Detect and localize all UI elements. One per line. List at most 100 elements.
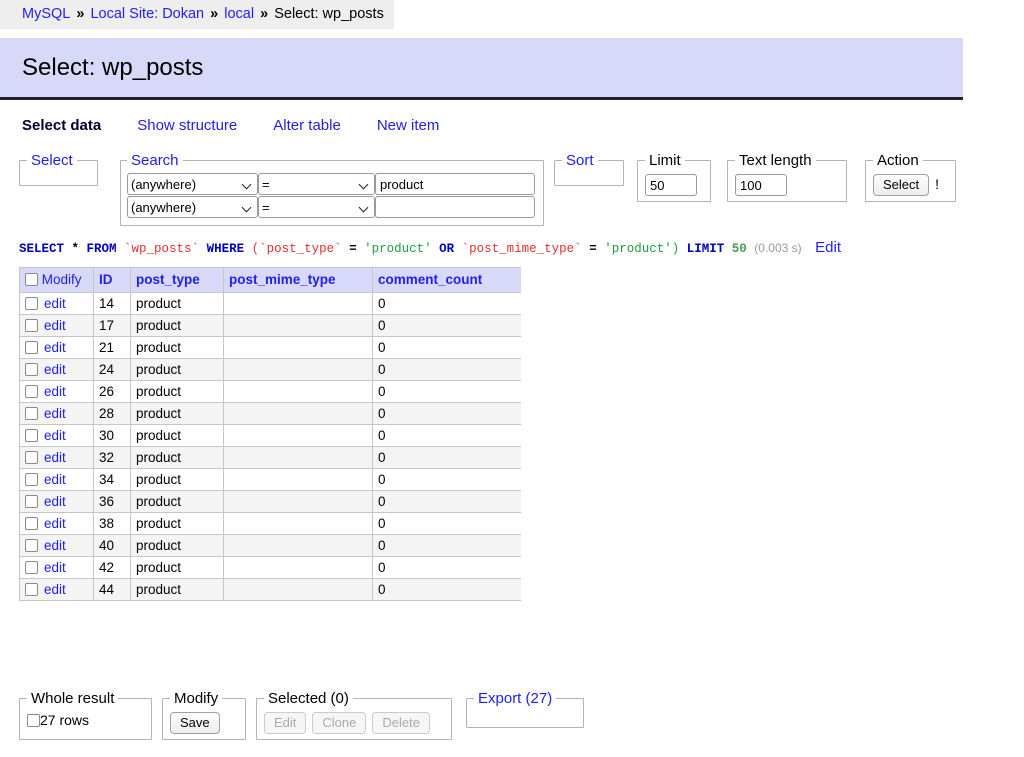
row-edit-link[interactable]: edit	[44, 362, 66, 377]
sql-edit-link[interactable]: Edit	[815, 239, 841, 256]
tab-show-structure[interactable]: Show structure	[137, 117, 237, 134]
breadcrumb-item-1[interactable]: Local Site: Dokan	[90, 6, 204, 22]
delete-selected-button[interactable]: Delete	[372, 712, 430, 734]
page-title: Select: wp_posts	[0, 38, 963, 100]
row-edit-link[interactable]: edit	[44, 494, 66, 509]
row-select-checkbox[interactable]	[25, 428, 38, 442]
breadcrumb-item-0[interactable]: MySQL	[22, 6, 70, 22]
row-edit-link[interactable]: edit	[44, 318, 66, 333]
cell-id: 42	[93, 556, 131, 579]
sql-token: =	[581, 242, 597, 256]
search-operator-select-0[interactable]: =	[258, 173, 375, 195]
tab-select-data[interactable]: Select data	[22, 117, 101, 134]
edit-selected-button[interactable]: Edit	[264, 712, 307, 734]
row-edit-link[interactable]: edit	[44, 428, 66, 443]
cell-comment-count: 0	[372, 534, 521, 557]
cell-comment-count: 0	[372, 402, 521, 425]
table-row: edit 34 product 0	[19, 468, 521, 491]
row-select-checkbox[interactable]	[25, 340, 38, 354]
save-button[interactable]: Save	[170, 712, 220, 734]
table-row: edit 40 product 0	[19, 534, 521, 557]
row-select-checkbox[interactable]	[25, 318, 38, 332]
row-select-checkbox[interactable]	[25, 362, 38, 376]
cell-post-type: product	[130, 380, 224, 403]
row-select-checkbox[interactable]	[25, 450, 38, 464]
row-select-checkbox[interactable]	[25, 538, 38, 552]
sort-fieldset: Sort	[554, 152, 624, 186]
cell-post-type: product	[130, 402, 224, 425]
row-select-checkbox[interactable]	[25, 516, 38, 530]
sql-token: LIMIT	[679, 242, 725, 256]
tab-new-item[interactable]: New item	[377, 117, 440, 134]
row-edit-link[interactable]: edit	[44, 516, 66, 531]
select-columns-legend[interactable]: Select	[27, 152, 77, 169]
search-operator-select-wrap: =	[258, 173, 375, 195]
tab-alter-table[interactable]: Alter table	[273, 117, 341, 134]
cell-modify: edit	[19, 358, 94, 381]
row-edit-link[interactable]: edit	[44, 538, 66, 553]
search-legend[interactable]: Search	[127, 152, 183, 169]
row-select-checkbox[interactable]	[25, 582, 38, 596]
search-operator-select-1[interactable]: =	[258, 196, 375, 218]
whole-result-checkbox[interactable]	[27, 714, 40, 727]
whole-result-fieldset: Whole result 27 rows	[19, 690, 152, 740]
cell-id: 32	[93, 446, 131, 469]
cell-id: 28	[93, 402, 131, 425]
search-value-input-0[interactable]	[375, 173, 535, 195]
table-row: edit 42 product 0	[19, 556, 521, 579]
breadcrumb-item-2[interactable]: local	[224, 6, 254, 22]
breadcrumb-separator: »	[256, 6, 273, 22]
sort-legend[interactable]: Sort	[562, 152, 598, 169]
table-row: edit 44 product 0	[19, 578, 521, 601]
limit-input[interactable]	[645, 174, 697, 196]
row-select-checkbox[interactable]	[25, 384, 38, 398]
sql-duration: (0.003 s)	[754, 241, 802, 255]
text-length-legend: Text length	[739, 152, 812, 169]
search-field-select-1[interactable]: (anywhere)	[127, 196, 258, 218]
sql-query-text: SELECT * FROM `wp_posts` WHERE (`post_ty…	[19, 242, 754, 256]
row-select-checkbox[interactable]	[25, 296, 38, 310]
cell-post-mime-type	[223, 358, 373, 381]
text-length-input[interactable]	[735, 174, 787, 196]
cell-post-mime-type	[223, 380, 373, 403]
whole-result-row-toggle[interactable]: 27 rows	[27, 712, 89, 728]
table-row: edit 36 product 0	[19, 490, 521, 513]
column-header-comment-count[interactable]: comment_count	[372, 267, 521, 293]
row-edit-link[interactable]: edit	[44, 450, 66, 465]
cell-modify: edit	[19, 446, 94, 469]
cell-post-type: product	[130, 336, 224, 359]
row-select-checkbox[interactable]	[25, 560, 38, 574]
row-edit-link[interactable]: edit	[44, 560, 66, 575]
row-edit-link[interactable]: edit	[44, 296, 66, 311]
row-select-checkbox[interactable]	[25, 406, 38, 420]
cell-post-mime-type	[223, 556, 373, 579]
select-all-checkbox[interactable]	[25, 273, 38, 286]
row-edit-link[interactable]: edit	[44, 340, 66, 355]
search-field-select-wrap: (anywhere)	[127, 173, 258, 195]
column-header-post-mime-type[interactable]: post_mime_type	[223, 267, 373, 293]
cell-id: 40	[93, 534, 131, 557]
row-edit-link[interactable]: edit	[44, 384, 66, 399]
table-row: edit 38 product 0	[19, 512, 521, 535]
cell-id: 17	[93, 314, 131, 337]
select-submit-button[interactable]: Select	[873, 174, 930, 196]
action-bang: !	[935, 176, 940, 192]
row-edit-link[interactable]: edit	[44, 582, 66, 597]
row-edit-link[interactable]: edit	[44, 472, 66, 487]
export-legend[interactable]: Export (27)	[474, 690, 556, 707]
column-header-id[interactable]: ID	[93, 267, 131, 293]
row-select-checkbox[interactable]	[25, 494, 38, 508]
row-edit-link[interactable]: edit	[44, 406, 66, 421]
export-fieldset: Export (27)	[466, 690, 584, 728]
select-columns-fieldset: Select	[19, 152, 98, 186]
cell-post-type: product	[130, 292, 224, 315]
search-field-select-0[interactable]: (anywhere)	[127, 173, 258, 195]
search-value-input-1[interactable]	[375, 196, 535, 218]
clone-selected-button[interactable]: Clone	[312, 712, 367, 734]
sql-token: 'product')	[596, 242, 680, 256]
table-row: edit 17 product 0	[19, 314, 521, 337]
limit-legend: Limit	[649, 152, 681, 169]
row-select-checkbox[interactable]	[25, 472, 38, 486]
action-legend: Action	[877, 152, 919, 169]
column-header-post-type[interactable]: post_type	[130, 267, 224, 293]
